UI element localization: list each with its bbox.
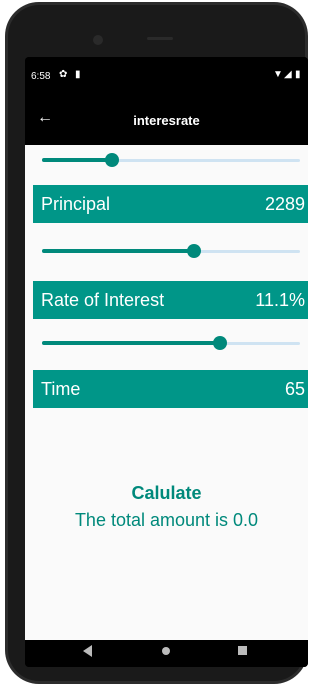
device-screen: 6:58 ✿ ▮ ▼ ◢ ▮ ← interesrate Principal 2… xyxy=(25,57,308,667)
nav-home-icon[interactable] xyxy=(162,647,170,655)
signal-icon: ◢ xyxy=(284,69,292,80)
time-label: Time xyxy=(41,379,81,399)
speaker-grille xyxy=(147,37,173,40)
nav-recents-icon[interactable] xyxy=(238,646,247,655)
rate-row: Rate of Interest 11.1% xyxy=(33,281,308,319)
principal-label: Principal xyxy=(41,194,111,214)
battery-icon: ▮ xyxy=(295,69,301,80)
slider-fill xyxy=(42,341,221,345)
principal-slider[interactable] xyxy=(42,152,300,168)
slider-thumb[interactable] xyxy=(104,153,119,167)
status-bar: 6:58 ✿ ▮ ▼ ◢ ▮ xyxy=(25,57,308,97)
slider-fill xyxy=(42,249,195,253)
page-title: interesrate xyxy=(133,113,200,128)
app-bar: ← interesrate xyxy=(25,97,308,145)
rate-label: Rate of Interest xyxy=(41,290,165,310)
status-time: 6:58 xyxy=(31,71,51,82)
slider-thumb[interactable] xyxy=(213,336,228,350)
principal-row: Principal 2289 xyxy=(33,185,308,223)
slider-fill xyxy=(42,158,112,162)
time-slider[interactable] xyxy=(42,335,300,351)
phone-frame: 6:58 ✿ ▮ ▼ ◢ ▮ ← interesrate Principal 2… xyxy=(5,2,308,684)
system-nav-bar xyxy=(25,640,308,667)
rate-value: 11.1% xyxy=(255,290,305,310)
main-content: Principal 2289 Rate of Interest 11.1% Ti… xyxy=(25,145,308,640)
sd-card-icon: ▮ xyxy=(75,69,81,80)
calculate-button[interactable]: Calulate xyxy=(25,483,308,504)
total-amount-text: The total amount is 0.0 xyxy=(74,510,259,530)
wifi-icon: ▼ xyxy=(273,69,283,80)
time-row: Time 65 xyxy=(33,370,308,408)
camera-icon xyxy=(93,35,103,45)
rate-slider[interactable] xyxy=(42,243,300,259)
gear-icon: ✿ xyxy=(59,69,68,80)
time-value: 65 xyxy=(284,379,305,399)
slider-thumb[interactable] xyxy=(187,244,202,258)
nav-back-icon[interactable] xyxy=(83,645,92,657)
principal-value: 2289 xyxy=(264,194,305,214)
